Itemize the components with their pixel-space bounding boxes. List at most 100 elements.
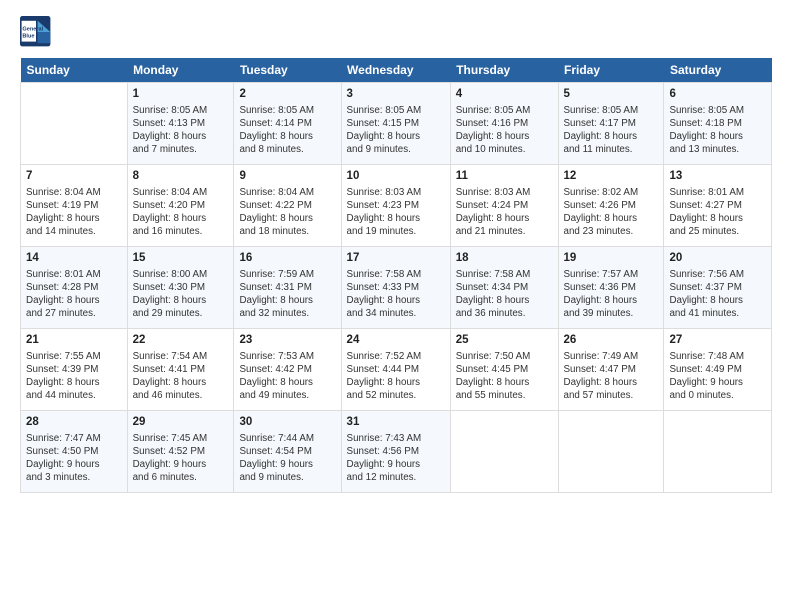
calendar-cell: 27Sunrise: 7:48 AM Sunset: 4:49 PM Dayli…	[664, 329, 772, 411]
calendar-cell: 17Sunrise: 7:58 AM Sunset: 4:33 PM Dayli…	[341, 247, 450, 329]
weekday-wednesday: Wednesday	[341, 58, 450, 83]
calendar-cell: 31Sunrise: 7:43 AM Sunset: 4:56 PM Dayli…	[341, 411, 450, 493]
calendar-cell: 30Sunrise: 7:44 AM Sunset: 4:54 PM Dayli…	[234, 411, 341, 493]
day-info: Sunrise: 7:43 AM Sunset: 4:56 PM Dayligh…	[347, 432, 445, 485]
day-number: 31	[347, 415, 445, 431]
day-info: Sunrise: 7:54 AM Sunset: 4:41 PM Dayligh…	[133, 350, 229, 403]
day-number: 19	[564, 251, 659, 267]
day-number: 12	[564, 169, 659, 185]
day-info: Sunrise: 8:02 AM Sunset: 4:26 PM Dayligh…	[564, 186, 659, 239]
calendar-cell	[21, 83, 128, 165]
calendar-cell: 28Sunrise: 7:47 AM Sunset: 4:50 PM Dayli…	[21, 411, 128, 493]
day-info: Sunrise: 7:57 AM Sunset: 4:36 PM Dayligh…	[564, 268, 659, 321]
calendar-cell: 1Sunrise: 8:05 AM Sunset: 4:13 PM Daylig…	[127, 83, 234, 165]
calendar-cell	[664, 411, 772, 493]
weekday-thursday: Thursday	[450, 58, 558, 83]
weekday-friday: Friday	[558, 58, 664, 83]
day-info: Sunrise: 7:45 AM Sunset: 4:52 PM Dayligh…	[133, 432, 229, 485]
day-info: Sunrise: 7:48 AM Sunset: 4:49 PM Dayligh…	[669, 350, 766, 403]
logo-icon: General Blue	[20, 16, 52, 48]
day-info: Sunrise: 7:50 AM Sunset: 4:45 PM Dayligh…	[456, 350, 553, 403]
calendar-cell: 14Sunrise: 8:01 AM Sunset: 4:28 PM Dayli…	[21, 247, 128, 329]
day-number: 20	[669, 251, 766, 267]
day-info: Sunrise: 8:03 AM Sunset: 4:24 PM Dayligh…	[456, 186, 553, 239]
calendar-cell: 2Sunrise: 8:05 AM Sunset: 4:14 PM Daylig…	[234, 83, 341, 165]
day-number: 23	[239, 333, 335, 349]
calendar-cell: 19Sunrise: 7:57 AM Sunset: 4:36 PM Dayli…	[558, 247, 664, 329]
calendar-cell	[450, 411, 558, 493]
page: General Blue SundayMondayTuesdayWednesda…	[0, 0, 792, 612]
day-info: Sunrise: 8:04 AM Sunset: 4:19 PM Dayligh…	[26, 186, 122, 239]
day-number: 30	[239, 415, 335, 431]
weekday-sunday: Sunday	[21, 58, 128, 83]
calendar-cell: 6Sunrise: 8:05 AM Sunset: 4:18 PM Daylig…	[664, 83, 772, 165]
day-number: 14	[26, 251, 122, 267]
day-number: 9	[239, 169, 335, 185]
day-info: Sunrise: 8:05 AM Sunset: 4:15 PM Dayligh…	[347, 104, 445, 157]
calendar-week-1: 1Sunrise: 8:05 AM Sunset: 4:13 PM Daylig…	[21, 83, 772, 165]
day-number: 1	[133, 87, 229, 103]
logo: General Blue	[20, 16, 56, 48]
day-number: 7	[26, 169, 122, 185]
day-number: 8	[133, 169, 229, 185]
calendar-cell: 22Sunrise: 7:54 AM Sunset: 4:41 PM Dayli…	[127, 329, 234, 411]
day-info: Sunrise: 7:53 AM Sunset: 4:42 PM Dayligh…	[239, 350, 335, 403]
day-number: 29	[133, 415, 229, 431]
day-number: 18	[456, 251, 553, 267]
calendar-cell: 10Sunrise: 8:03 AM Sunset: 4:23 PM Dayli…	[341, 165, 450, 247]
calendar-cell: 4Sunrise: 8:05 AM Sunset: 4:16 PM Daylig…	[450, 83, 558, 165]
day-info: Sunrise: 8:05 AM Sunset: 4:18 PM Dayligh…	[669, 104, 766, 157]
calendar-cell: 26Sunrise: 7:49 AM Sunset: 4:47 PM Dayli…	[558, 329, 664, 411]
calendar-week-2: 7Sunrise: 8:04 AM Sunset: 4:19 PM Daylig…	[21, 165, 772, 247]
day-info: Sunrise: 8:03 AM Sunset: 4:23 PM Dayligh…	[347, 186, 445, 239]
day-number: 4	[456, 87, 553, 103]
day-number: 24	[347, 333, 445, 349]
weekday-tuesday: Tuesday	[234, 58, 341, 83]
calendar-week-4: 21Sunrise: 7:55 AM Sunset: 4:39 PM Dayli…	[21, 329, 772, 411]
day-info: Sunrise: 7:58 AM Sunset: 4:34 PM Dayligh…	[456, 268, 553, 321]
calendar-cell: 29Sunrise: 7:45 AM Sunset: 4:52 PM Dayli…	[127, 411, 234, 493]
day-info: Sunrise: 7:58 AM Sunset: 4:33 PM Dayligh…	[347, 268, 445, 321]
calendar-cell: 25Sunrise: 7:50 AM Sunset: 4:45 PM Dayli…	[450, 329, 558, 411]
day-info: Sunrise: 8:05 AM Sunset: 4:16 PM Dayligh…	[456, 104, 553, 157]
day-number: 6	[669, 87, 766, 103]
calendar-cell: 15Sunrise: 8:00 AM Sunset: 4:30 PM Dayli…	[127, 247, 234, 329]
calendar-cell: 16Sunrise: 7:59 AM Sunset: 4:31 PM Dayli…	[234, 247, 341, 329]
header: General Blue	[20, 16, 772, 48]
calendar-cell	[558, 411, 664, 493]
day-info: Sunrise: 8:04 AM Sunset: 4:20 PM Dayligh…	[133, 186, 229, 239]
calendar-cell: 9Sunrise: 8:04 AM Sunset: 4:22 PM Daylig…	[234, 165, 341, 247]
day-number: 25	[456, 333, 553, 349]
weekday-saturday: Saturday	[664, 58, 772, 83]
calendar-cell: 23Sunrise: 7:53 AM Sunset: 4:42 PM Dayli…	[234, 329, 341, 411]
day-info: Sunrise: 8:05 AM Sunset: 4:17 PM Dayligh…	[564, 104, 659, 157]
calendar-cell: 8Sunrise: 8:04 AM Sunset: 4:20 PM Daylig…	[127, 165, 234, 247]
day-info: Sunrise: 7:47 AM Sunset: 4:50 PM Dayligh…	[26, 432, 122, 485]
calendar-cell: 24Sunrise: 7:52 AM Sunset: 4:44 PM Dayli…	[341, 329, 450, 411]
day-number: 28	[26, 415, 122, 431]
calendar-cell: 13Sunrise: 8:01 AM Sunset: 4:27 PM Dayli…	[664, 165, 772, 247]
day-number: 2	[239, 87, 335, 103]
calendar-cell: 12Sunrise: 8:02 AM Sunset: 4:26 PM Dayli…	[558, 165, 664, 247]
day-info: Sunrise: 7:44 AM Sunset: 4:54 PM Dayligh…	[239, 432, 335, 485]
calendar-cell: 5Sunrise: 8:05 AM Sunset: 4:17 PM Daylig…	[558, 83, 664, 165]
day-info: Sunrise: 8:05 AM Sunset: 4:13 PM Dayligh…	[133, 104, 229, 157]
calendar-cell: 3Sunrise: 8:05 AM Sunset: 4:15 PM Daylig…	[341, 83, 450, 165]
day-info: Sunrise: 7:56 AM Sunset: 4:37 PM Dayligh…	[669, 268, 766, 321]
day-number: 10	[347, 169, 445, 185]
calendar-cell: 21Sunrise: 7:55 AM Sunset: 4:39 PM Dayli…	[21, 329, 128, 411]
day-number: 26	[564, 333, 659, 349]
day-info: Sunrise: 7:52 AM Sunset: 4:44 PM Dayligh…	[347, 350, 445, 403]
weekday-header-row: SundayMondayTuesdayWednesdayThursdayFrid…	[21, 58, 772, 83]
day-number: 3	[347, 87, 445, 103]
svg-text:General: General	[22, 26, 43, 32]
day-number: 16	[239, 251, 335, 267]
weekday-monday: Monday	[127, 58, 234, 83]
day-number: 21	[26, 333, 122, 349]
calendar-cell: 18Sunrise: 7:58 AM Sunset: 4:34 PM Dayli…	[450, 247, 558, 329]
day-number: 15	[133, 251, 229, 267]
calendar-cell: 11Sunrise: 8:03 AM Sunset: 4:24 PM Dayli…	[450, 165, 558, 247]
day-info: Sunrise: 7:59 AM Sunset: 4:31 PM Dayligh…	[239, 268, 335, 321]
day-info: Sunrise: 8:01 AM Sunset: 4:27 PM Dayligh…	[669, 186, 766, 239]
calendar-cell: 7Sunrise: 8:04 AM Sunset: 4:19 PM Daylig…	[21, 165, 128, 247]
